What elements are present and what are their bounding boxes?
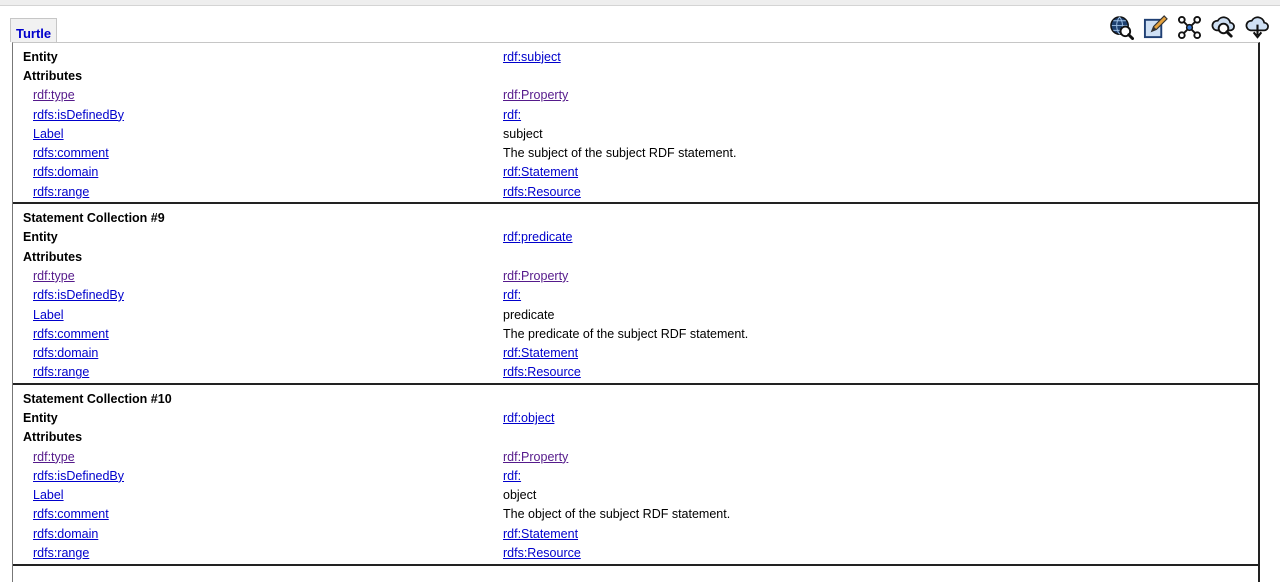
attribute-value-link[interactable]: rdf:Property — [503, 88, 568, 102]
attribute-value-link[interactable]: rdf: — [503, 288, 521, 302]
attribute-value-link[interactable]: rdfs:Resource — [503, 185, 581, 199]
attribute-key-link[interactable]: rdfs:domain — [33, 165, 98, 179]
attributes-label: Attributes — [23, 249, 83, 264]
attribute-row: rdf:type rdf:Property — [13, 447, 1258, 466]
attribute-row: rdf:type rdf:Property — [13, 266, 1258, 285]
attribute-row: rdfs:comment The predicate of the subject… — [13, 324, 1258, 343]
attribute-row: rdf:type rdf:Property — [13, 86, 1258, 105]
attribute-key-link[interactable]: rdfs:isDefinedBy — [33, 288, 124, 302]
attribute-key-link[interactable]: rdf:type — [33, 450, 75, 464]
attribute-key-link[interactable]: rdfs:domain — [33, 527, 98, 541]
network-icon[interactable] — [1177, 14, 1202, 40]
attribute-value-link[interactable]: rdf:Statement — [503, 165, 578, 179]
attribute-row: rdfs:isDefinedBy rdf: — [13, 286, 1258, 305]
attribute-value-link[interactable]: rdfs:Resource — [503, 365, 581, 379]
attributes-row: Attributes — [13, 247, 1258, 266]
cloud-search-icon[interactable] — [1211, 14, 1236, 40]
attribute-key-link[interactable]: rdfs:isDefinedBy — [33, 469, 124, 483]
attribute-value: The subject of the subject RDF statement… — [503, 146, 737, 161]
attribute-value-link[interactable]: rdf: — [503, 469, 521, 483]
attribute-row: rdfs:range rdfs:Resource — [13, 182, 1258, 201]
entity-label: Entity — [23, 410, 58, 425]
section-title-row: Statement Collection #10 — [13, 389, 1258, 408]
attribute-key-link[interactable]: rdf:type — [33, 88, 75, 102]
attribute-row: rdfs:comment The object of the subject RD… — [13, 505, 1258, 524]
attribute-key-link[interactable]: Label — [33, 308, 64, 322]
entity-link[interactable]: rdf:subject — [503, 50, 561, 64]
section-title: Statement Collection #9 — [23, 211, 165, 226]
attribute-row: Label predicate — [13, 305, 1258, 324]
attribute-row: Label subject — [13, 124, 1258, 143]
attribute-row: rdfs:domain rdf:Statement — [13, 524, 1258, 543]
attributes-row: Attributes — [13, 66, 1258, 85]
attribute-key-link[interactable]: Label — [33, 127, 64, 141]
statement-section: Statement Collection #9 Entity rdf:predica… — [13, 204, 1258, 386]
statement-panel: Entity rdf:subject Attributes rdf:type rdf:P… — [12, 42, 1260, 582]
attribute-value: The predicate of the subject RDF stateme… — [503, 326, 749, 341]
entity-row: Entity rdf:predicate — [13, 228, 1258, 247]
attribute-key-link[interactable]: rdfs:comment — [33, 327, 109, 341]
attribute-key-link[interactable]: Label — [33, 488, 64, 502]
globe-search-icon[interactable] — [1109, 14, 1134, 40]
attribute-key-link[interactable]: rdfs:isDefinedBy — [33, 108, 124, 122]
attribute-row: rdfs:isDefinedBy rdf: — [13, 466, 1258, 485]
attributes-row: Attributes — [13, 428, 1258, 447]
attribute-value-link[interactable]: rdf:Statement — [503, 346, 578, 360]
attribute-value: predicate — [503, 307, 555, 322]
attribute-row: Label object — [13, 486, 1258, 505]
attribute-value: subject — [503, 126, 543, 141]
toolbar — [1109, 14, 1270, 40]
attribute-key-link[interactable]: rdfs:domain — [33, 346, 98, 360]
tab-turtle[interactable]: Turtle — [10, 18, 58, 42]
attribute-value: object — [503, 488, 537, 503]
attributes-label: Attributes — [23, 68, 83, 83]
attribute-key-link[interactable]: rdfs:range — [33, 546, 89, 560]
attribute-key-link[interactable]: rdf:type — [33, 269, 75, 283]
entity-label: Entity — [23, 49, 58, 64]
entity-row: Entity rdf:object — [13, 408, 1258, 427]
attribute-row: rdfs:domain rdf:Statement — [13, 163, 1258, 182]
section-title: Statement Collection #10 — [23, 391, 172, 406]
attribute-value-link[interactable]: rdfs:Resource — [503, 546, 581, 560]
attribute-row: rdfs:isDefinedBy rdf: — [13, 105, 1258, 124]
attribute-row: rdfs:range rdfs:Resource — [13, 543, 1258, 562]
attribute-value-link[interactable]: rdf: — [503, 108, 521, 122]
attribute-value-link[interactable]: rdf:Property — [503, 269, 568, 283]
entity-label: Entity — [23, 230, 58, 245]
attribute-value: The object of the subject RDF statement. — [503, 507, 731, 522]
attribute-value-link[interactable]: rdf:Statement — [503, 527, 578, 541]
attribute-key-link[interactable]: rdfs:comment — [33, 146, 109, 160]
statement-section: Statement Collection #10 Entity rdf:object… — [13, 385, 1258, 566]
attribute-row: rdfs:comment The subject of the subject R… — [13, 143, 1258, 162]
attribute-key-link[interactable]: rdfs:comment — [33, 507, 109, 521]
section-title-row: Statement Collection #9 — [13, 208, 1258, 227]
entity-row: Entity rdf:subject — [13, 47, 1258, 66]
statement-section: Entity rdf:subject Attributes rdf:type rdf:P… — [13, 43, 1258, 205]
attribute-row: rdfs:range rdfs:Resource — [13, 363, 1258, 382]
attributes-label: Attributes — [23, 430, 83, 445]
attribute-key-link[interactable]: rdfs:range — [33, 365, 89, 379]
tab-bar: Turtle — [10, 18, 58, 42]
attribute-value-link[interactable]: rdf:Property — [503, 450, 568, 464]
entity-link[interactable]: rdf:predicate — [503, 230, 572, 244]
top-bar — [0, 0, 1280, 6]
entity-link[interactable]: rdf:object — [503, 411, 554, 425]
cloud-download-icon[interactable] — [1245, 14, 1270, 40]
attribute-key-link[interactable]: rdfs:range — [33, 185, 89, 199]
attribute-row: rdfs:domain rdf:Statement — [13, 343, 1258, 362]
edit-icon[interactable] — [1143, 14, 1168, 40]
